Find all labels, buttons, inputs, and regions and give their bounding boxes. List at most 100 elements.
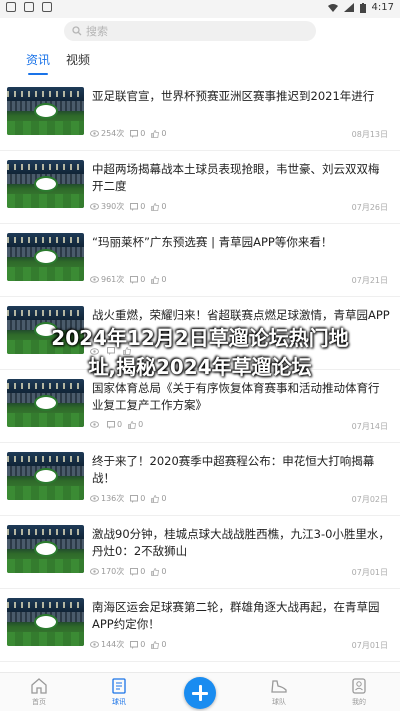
article-meta: 144次 0 0 (90, 639, 166, 650)
app-logo-icon (34, 614, 58, 630)
article-meta: 961次 0 0 (90, 274, 166, 285)
profile-icon (352, 678, 366, 694)
nav-home[interactable]: 首页 (9, 677, 69, 707)
article-date: 07月26日 (351, 203, 388, 212)
like-icon (151, 275, 160, 284)
like-icon (151, 640, 160, 649)
app-logo-icon (34, 249, 58, 265)
like-count-text: 0 (161, 567, 167, 576)
list-item[interactable]: 终于来了！2020赛季中超赛程公布：申花恒大打响揭幕战！ 136次 0 0 07月02日 (0, 443, 400, 516)
comment-count-text: 0 (140, 202, 146, 211)
comment-count[interactable]: 0 (130, 640, 145, 649)
app-logo-icon (34, 103, 58, 119)
like-count[interactable]: 0 (151, 129, 166, 138)
list-item[interactable]: 中超两场揭幕战本土球员表现抢眼，韦世豪、刘云双双梅开二度 390次 0 0 07月26日 (0, 151, 400, 224)
nav-home-label: 首页 (32, 698, 46, 706)
article-meta: 254次 0 0 (90, 128, 166, 139)
article-meta: 00 (90, 420, 143, 429)
article-meta: 390次 0 0 (90, 201, 166, 212)
like-count[interactable]: 0 (151, 567, 166, 576)
views-icon (90, 421, 99, 428)
like-icon (151, 567, 160, 576)
comment-icon (130, 202, 139, 211)
article-title: “玛丽莱杯”广东预选赛 | 青草园APP等你来看！ (92, 235, 333, 249)
watermark-overlay-title: 2024年12月2日草遛论坛热门地址,揭秘2024年草遛论坛 (51, 326, 349, 379)
nav-profile[interactable]: 我的 (329, 677, 389, 707)
status-bar: 4:17 (0, 0, 400, 18)
view-count (90, 421, 101, 428)
comment-icon (107, 420, 115, 429)
search-placeholder: 搜索 (86, 25, 108, 38)
article-date: 08月13日 (351, 130, 388, 139)
article-thumbnail (7, 598, 84, 646)
like-count-text: 0 (161, 494, 167, 503)
app-logo-icon (34, 468, 58, 484)
list-item[interactable]: 亚足联官宣，世界杯预赛亚洲区赛事推迟到2021年进行 254次 0 0 08月13日 (0, 78, 400, 151)
download-notification-icon (42, 2, 52, 12)
search-icon (72, 26, 82, 36)
article-thumbnail (7, 233, 84, 281)
list-item[interactable]: 激战90分钟，桂城点球大战战胜西樵，九江3-0小胜里水，丹灶0：2不敌狮山 170… (0, 516, 400, 589)
views-icon (90, 276, 99, 283)
add-post-button[interactable] (184, 677, 216, 709)
nav-team-label: 球队 (272, 698, 286, 706)
views-icon (90, 641, 99, 648)
like-count-text: 0 (161, 640, 167, 649)
like-count[interactable]: 0 (128, 420, 143, 429)
battery-icon (359, 2, 366, 13)
view-count-text: 144次 (101, 640, 125, 649)
comment-count[interactable]: 0 (130, 567, 145, 576)
comment-count[interactable]: 0 (130, 202, 145, 211)
tab-video[interactable]: 视频 (66, 49, 90, 75)
comment-count[interactable]: 0 (130, 275, 145, 284)
like-count[interactable]: 0 (151, 202, 166, 211)
comment-icon (130, 129, 139, 138)
search-input[interactable]: 搜索 (64, 21, 316, 41)
article-date: 07月14日 (351, 422, 388, 431)
views-icon (90, 203, 99, 210)
like-count[interactable]: 0 (151, 640, 166, 649)
article-meta: 170次 0 0 (90, 566, 166, 577)
comment-icon (130, 494, 139, 503)
list-item[interactable]: “玛丽莱杯”广东预选赛 | 青草园APP等你来看！ 961次 0 0 07月21日 (0, 224, 400, 297)
article-title: 终于来了！2020赛季中超赛程公布：申花恒大打响揭幕战！ (92, 454, 375, 485)
view-count-text: 170次 (101, 567, 125, 576)
article-date: 07月02日 (351, 495, 388, 504)
comment-count[interactable]: 0 (130, 129, 145, 138)
comment-count-text: 0 (140, 275, 146, 284)
like-count-text: 0 (161, 202, 167, 211)
app-notification-icon (6, 2, 16, 12)
view-count: 136次 (90, 493, 124, 504)
comment-count[interactable]: 0 (107, 420, 122, 429)
app-logo-icon (34, 176, 58, 192)
comment-icon (130, 640, 139, 649)
article-date: 07月21日 (351, 276, 388, 285)
like-count-text: 0 (138, 420, 144, 429)
tab-news[interactable]: 资讯 (26, 49, 50, 75)
like-count-text: 0 (161, 275, 167, 284)
comment-count[interactable]: 0 (130, 494, 145, 503)
news-icon (112, 678, 126, 694)
comment-count-text: 0 (140, 129, 146, 138)
app-logo-icon (34, 395, 58, 411)
comment-count-text: 0 (140, 567, 146, 576)
nav-team[interactable]: 球队 (249, 677, 309, 707)
views-icon (90, 568, 99, 575)
views-icon (90, 495, 99, 502)
like-count[interactable]: 0 (151, 275, 166, 284)
view-count: 144次 (90, 639, 124, 650)
article-thumbnail (7, 160, 84, 208)
nav-profile-label: 我的 (352, 698, 366, 706)
view-count: 961次 (90, 274, 124, 285)
settings-notification-icon (24, 2, 34, 12)
like-count[interactable]: 0 (151, 494, 166, 503)
wifi-icon (327, 4, 338, 12)
article-date: 07月01日 (351, 641, 388, 650)
article-meta: 136次 0 0 (90, 493, 166, 504)
comment-count-text: 0 (117, 420, 123, 429)
view-count-text: 390次 (101, 202, 125, 211)
clock: 4:17 (371, 2, 394, 13)
list-item[interactable]: 南海区运会足球赛第二轮，群雄角逐大战再起，在青草园APP约定你！ 144次 0 0 07… (0, 589, 400, 662)
comment-count-text: 0 (140, 494, 146, 503)
nav-news[interactable]: 球讯 (89, 677, 149, 707)
